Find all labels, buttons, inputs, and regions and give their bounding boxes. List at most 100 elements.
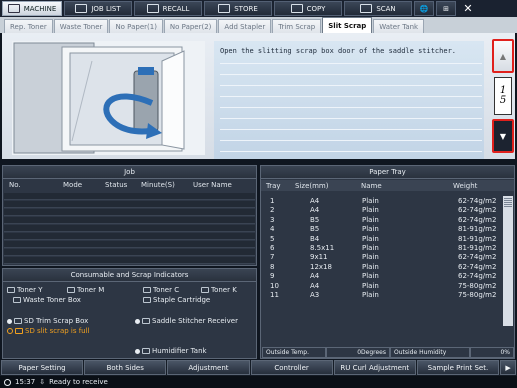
tab-rep-toner[interactable]: Rep. Toner: [4, 19, 53, 33]
waste-toner-icon: [13, 297, 21, 303]
tray-row[interactable]: 4 B5 Plain 81-91g/m2: [262, 225, 502, 234]
tab-add-stapler[interactable]: Add Stapler: [218, 19, 272, 33]
tray-row[interactable]: 3 B5 Plain 62-74g/m2: [262, 216, 502, 225]
tray-size: 8.5x11: [310, 244, 335, 252]
consumables-title: Consumable and Scrap Indicators: [3, 269, 256, 282]
tab-trim-scrap[interactable]: Trim Scrap: [272, 19, 322, 33]
tray-number: 3: [270, 215, 275, 224]
nav-machine[interactable]: MACHINE: [2, 1, 62, 16]
sample-print-set-button[interactable]: Sample Print Set.: [416, 360, 500, 375]
tray-paper-name: Plain: [362, 225, 379, 234]
tab-no-paper-1[interactable]: No Paper(1): [109, 19, 163, 33]
message-box: Open the slitting scrap box door of the …: [214, 41, 484, 159]
outside-humidity-value: 0%: [470, 347, 514, 358]
job-row[interactable]: [4, 217, 255, 224]
humidifier-indicator: Humidifier Tank: [135, 347, 207, 355]
tray-weight: 62-74g/m2: [458, 197, 497, 205]
dot-icon: [135, 318, 140, 324]
tray-weight: 81-91g/m2: [458, 244, 497, 252]
toner-c-icon: [143, 287, 151, 293]
paper-setting-button[interactable]: Paper Setting: [1, 360, 84, 375]
tray-number: 9: [270, 272, 275, 281]
job-row[interactable]: [4, 193, 255, 200]
tray-columns: Tray Size(mm) Name Weight: [261, 180, 514, 191]
tray-number: 8: [270, 262, 275, 271]
job-col-no: No.: [9, 181, 21, 189]
tray-weight: 81-91g/m2: [458, 225, 497, 234]
tab-waste-toner[interactable]: Waste Toner: [53, 19, 109, 33]
toner-k-indicator: Toner K: [201, 286, 237, 294]
job-row[interactable]: [4, 249, 255, 256]
staple-icon: [143, 297, 151, 303]
nav-label: RECALL: [162, 4, 190, 13]
warning-icon: [7, 328, 13, 334]
ru-curl-adjustment-button[interactable]: RU Curl Adjustment: [333, 360, 416, 375]
both-sides-button[interactable]: Both Sides: [84, 360, 167, 375]
tray-size: B4: [310, 234, 320, 243]
job-row[interactable]: [4, 257, 255, 264]
tab-water-tank[interactable]: Water Tank: [373, 19, 425, 33]
adjustment-button[interactable]: Adjustment: [167, 360, 250, 375]
tray-row[interactable]: 9 A4 Plain 62-74g/m2: [262, 272, 502, 281]
guidance-panel: Open the slitting scrap box door of the …: [2, 33, 515, 159]
next-button[interactable]: ▶: [500, 360, 517, 375]
slit-scrap-warning-icon: [15, 328, 23, 334]
tray-row[interactable]: 11 A3 Plain 75-80g/m2: [262, 291, 502, 300]
page-down-button[interactable]: ▼: [492, 119, 514, 153]
job-row[interactable]: [4, 209, 255, 216]
tray-row[interactable]: 2 A4 Plain 62-74g/m2: [262, 206, 502, 215]
store-icon: [218, 4, 231, 13]
tab-slit-scrap[interactable]: Slit Scrap: [322, 17, 373, 33]
triangle-down-icon: ▼: [499, 131, 507, 141]
tray-paper-name: Plain: [362, 272, 379, 281]
tray-paper-name: Plain: [362, 291, 379, 299]
tray-weight: 75-80g/m2: [458, 291, 497, 299]
tray-paper-name: Plain: [362, 281, 379, 290]
nav-copy[interactable]: COPY: [274, 1, 342, 16]
close-button[interactable]: ✕: [458, 1, 478, 16]
tray-row[interactable]: 6 8.5x11 Plain 81-91g/m2: [262, 244, 502, 253]
tray-paper-name: Plain: [362, 234, 379, 243]
tray-col-weight: Weight: [453, 182, 478, 190]
toner-k-icon: [201, 287, 209, 293]
tray-size: B5: [310, 225, 320, 234]
humidifier-icon: [142, 348, 150, 354]
tray-row[interactable]: 1 A4 Plain 62-74g/m2: [262, 197, 502, 206]
toner-c-indicator: Toner C: [143, 286, 179, 294]
job-title: Job: [3, 166, 256, 179]
tray-row[interactable]: 8 12x18 Plain 62-74g/m2: [262, 263, 502, 272]
job-row[interactable]: [4, 225, 255, 232]
nav-scan[interactable]: SCAN: [344, 1, 412, 16]
scroll-grip[interactable]: [504, 198, 512, 208]
page-up-button[interactable]: ▲: [492, 39, 514, 73]
nav-recall[interactable]: RECALL: [134, 1, 202, 16]
clock-icon: [4, 378, 11, 386]
job-row[interactable]: [4, 241, 255, 248]
tray-number: 7: [270, 253, 275, 262]
triangle-right-icon: ▶: [505, 363, 511, 372]
status-text: Ready to receive: [49, 378, 108, 386]
tab-no-paper-2[interactable]: No Paper(2): [163, 19, 218, 33]
tray-row[interactable]: 5 B4 Plain 81-91g/m2: [262, 235, 502, 244]
tray-number: 4: [270, 225, 275, 234]
tray-col-size: Size(mm): [295, 182, 329, 190]
nav-store[interactable]: STORE: [204, 1, 272, 16]
tray-number: 6: [270, 244, 275, 252]
triangle-up-icon: ▲: [499, 51, 507, 61]
nav-job-list[interactable]: JOB LIST: [64, 1, 132, 16]
scan-icon: [360, 4, 373, 13]
job-row[interactable]: [4, 233, 255, 240]
tray-scrollbar[interactable]: [503, 196, 513, 326]
waste-toner-indicator: Waste Toner Box: [13, 296, 81, 304]
controller-button[interactable]: Controller: [250, 360, 333, 375]
job-row[interactable]: [4, 201, 255, 208]
machine-icon: [7, 4, 20, 13]
tray-paper-name: Plain: [362, 244, 379, 252]
dot-icon: [135, 348, 140, 354]
tray-row[interactable]: 10 A4 Plain 75-80g/m2: [262, 282, 502, 291]
tray-paper-name: Plain: [362, 197, 379, 205]
globe-button[interactable]: 🌐: [414, 1, 434, 16]
tray-row[interactable]: 7 9x11 Plain 62-74g/m2: [262, 253, 502, 262]
toner-m-icon: [67, 287, 75, 293]
menu-button[interactable]: ⊞: [436, 1, 456, 16]
